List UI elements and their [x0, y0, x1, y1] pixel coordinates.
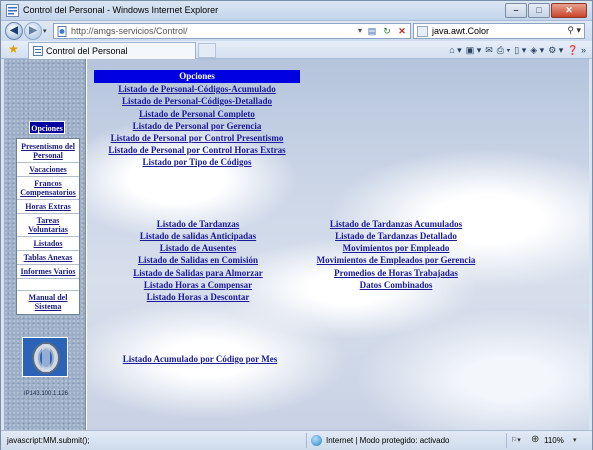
safety-menu-icon[interactable]: ◈ ▾ [530, 43, 544, 57]
search-box[interactable]: java.awt.Color ⚲ ▾ [413, 23, 585, 39]
back-arrow-icon: ◀ [10, 25, 18, 36]
menu-item-presentismo[interactable]: Presentismo del Personal [17, 140, 79, 163]
menu-item-francos[interactable]: Francos Compensatorios [17, 177, 79, 200]
history-dropdown-icon[interactable]: ▾ [43, 27, 47, 35]
back-button[interactable]: ◀ [5, 22, 23, 40]
internet-zone-icon [311, 435, 322, 446]
compatibility-icon[interactable]: ▤ [366, 25, 378, 37]
link-salidas-anticipadas[interactable]: Listado de salidas Anticipadas [107, 231, 289, 242]
link-promedios-horas[interactable]: Promedios de Horas Trabajadas [299, 268, 493, 279]
mail-icon[interactable]: ✉ [485, 43, 493, 57]
address-dropdown-icon[interactable]: ▾ [358, 26, 362, 35]
maximize-icon: □ [536, 5, 542, 15]
link-personal-gerencia[interactable]: Listado de Personal por Gerencia [97, 121, 297, 132]
menu-item-listados[interactable]: Listados [17, 237, 79, 251]
page-icon [33, 46, 43, 56]
page-icon [57, 26, 67, 37]
link-personal-presentismo[interactable]: Listado de Personal por Control Presenti… [87, 133, 307, 144]
address-row: ◀ ▶ ▾ http://amgs-servicios/Control/ ▾ ▤… [1, 21, 592, 41]
zoom-icon[interactable]: ⊕ [531, 434, 539, 445]
home-icon[interactable]: ⌂ ▾ [449, 43, 461, 57]
maximize-button[interactable]: □ [528, 3, 550, 18]
menu-item-vacaciones[interactable]: Vacaciones [17, 163, 79, 177]
minimize-icon: – [513, 5, 519, 15]
refresh-icon[interactable]: ↻ [381, 25, 393, 37]
link-personal-horas-extras[interactable]: Listado de Personal por Control Horas Ex… [87, 145, 307, 156]
link-ausentes[interactable]: Listado de Ausentes [107, 243, 289, 254]
link-personal-codigos-acumulado[interactable]: Listado de Personal-Códigos-Acumulado [97, 84, 297, 95]
ip-address: IP143.100.1.126 [23, 391, 69, 397]
link-salidas-almorzar[interactable]: Listado de Salidas para Almorzar [107, 268, 289, 279]
link-tardanzas[interactable]: Listado de Tardanzas [107, 219, 289, 230]
window-controls: – □ ✕ [504, 3, 587, 18]
address-url[interactable]: http://amgs-servicios/Control/ [71, 26, 188, 36]
search-input[interactable]: java.awt.Color [432, 26, 489, 36]
browser-window: Control del Personal - Windows Internet … [0, 0, 593, 450]
menu-item-informes[interactable]: Informes Varios [17, 265, 79, 279]
opciones-button[interactable]: Opciones [29, 121, 65, 134]
print-icon[interactable]: ⎙ ▾ [497, 43, 510, 57]
tab-row: ★ Control del Personal ⌂ ▾ ▣ ▾ ✉ ⎙ ▾ ▯ ▾… [1, 41, 592, 59]
title-bar: Control del Personal - Windows Internet … [1, 1, 592, 21]
search-provider-icon [417, 26, 428, 37]
address-bar[interactable]: http://amgs-servicios/Control/ ▾ ▤ ↻ ✕ [53, 23, 411, 39]
feeds-icon[interactable]: ▣ ▾ [466, 43, 482, 57]
window-title: Control del Personal - Windows Internet … [23, 5, 219, 15]
link-salidas-comision[interactable]: Listado de Salidas en Comisión [107, 255, 289, 266]
link-tardanzas-acumulados[interactable]: Listado de Tardanzas Acumulados [299, 219, 493, 230]
menu-item-horas-extras[interactable]: Horas Extras [17, 200, 79, 214]
status-bar: javascript:MM.submit(); Internet | Modo … [1, 430, 592, 450]
link-personal-codigos-detallado[interactable]: Listado de Personal-Códigos-Detallado [97, 96, 297, 107]
tab-control-del-personal[interactable]: Control del Personal [28, 42, 196, 59]
content-frame: Opciones Listado de Personal-Códigos-Acu… [87, 59, 589, 430]
left-nav-frame: Opciones Presentismo del Personal Vacaci… [4, 59, 86, 430]
status-divider [306, 433, 307, 448]
side-menu: Presentismo del Personal Vacaciones Fran… [16, 138, 80, 315]
link-tardanzas-detallado[interactable]: Listado de Tardanzas Detallado [299, 231, 493, 242]
menu-spacer [17, 279, 79, 291]
favorites-star-icon[interactable]: ★ [8, 43, 19, 56]
link-movimientos-empleado[interactable]: Movimientos por Empleado [299, 243, 493, 254]
zoom-dropdown-icon[interactable]: ▾ [573, 436, 577, 444]
link-movimientos-gerencia[interactable]: Movimientos de Empleados por Gerencia [299, 255, 493, 266]
page-viewport: Opciones Presentismo del Personal Vacaci… [4, 59, 589, 430]
security-zone-text[interactable]: Internet | Modo protegido: activado [326, 436, 450, 445]
opciones-header: Opciones [94, 70, 300, 83]
close-icon: ✕ [565, 5, 573, 15]
new-tab-button[interactable] [198, 43, 216, 58]
minimize-button[interactable]: – [505, 3, 527, 18]
close-button[interactable]: ✕ [551, 3, 587, 18]
protected-mode-icon[interactable]: ⚐▾ [511, 436, 521, 444]
zoom-level[interactable]: 110% [544, 436, 564, 445]
tools-menu-icon[interactable]: ⚙ ▾ [548, 43, 563, 57]
link-tipo-codigos[interactable]: Listado por Tipo de Códigos [97, 157, 297, 168]
link-datos-combinados[interactable]: Datos Combinados [299, 280, 493, 291]
logo-emblem-icon [32, 342, 60, 374]
tab-label: Control del Personal [46, 46, 128, 56]
menu-item-tareas[interactable]: Tareas Voluntarias [17, 214, 79, 237]
link-personal-completo[interactable]: Listado de Personal Completo [97, 109, 297, 120]
company-logo [22, 337, 68, 377]
command-bar: ⌂ ▾ ▣ ▾ ✉ ⎙ ▾ ▯ ▾ ◈ ▾ ⚙ ▾ ❓ » [449, 43, 586, 57]
link-horas-compensar[interactable]: Listado Horas a Compensar [107, 280, 289, 291]
page-menu-icon[interactable]: ▯ ▾ [514, 43, 526, 57]
ie-icon [6, 4, 19, 17]
help-icon[interactable]: ❓ » [567, 43, 586, 57]
forward-button[interactable]: ▶ [24, 22, 42, 40]
menu-item-tablas[interactable]: Tablas Anexas [17, 251, 79, 265]
stop-icon[interactable]: ✕ [396, 25, 408, 37]
link-horas-descontar[interactable]: Listado Horas a Descontar [107, 292, 289, 303]
forward-arrow-icon: ▶ [29, 25, 37, 36]
status-divider [506, 433, 507, 448]
search-icon[interactable]: ⚲ ▾ [567, 25, 581, 36]
status-text: javascript:MM.submit(); [7, 436, 90, 445]
menu-item-manual[interactable]: Manual del Sistema [17, 291, 79, 313]
link-acumulado-codigo-mes[interactable]: Listado Acumulado por Código por Mes [107, 354, 293, 365]
